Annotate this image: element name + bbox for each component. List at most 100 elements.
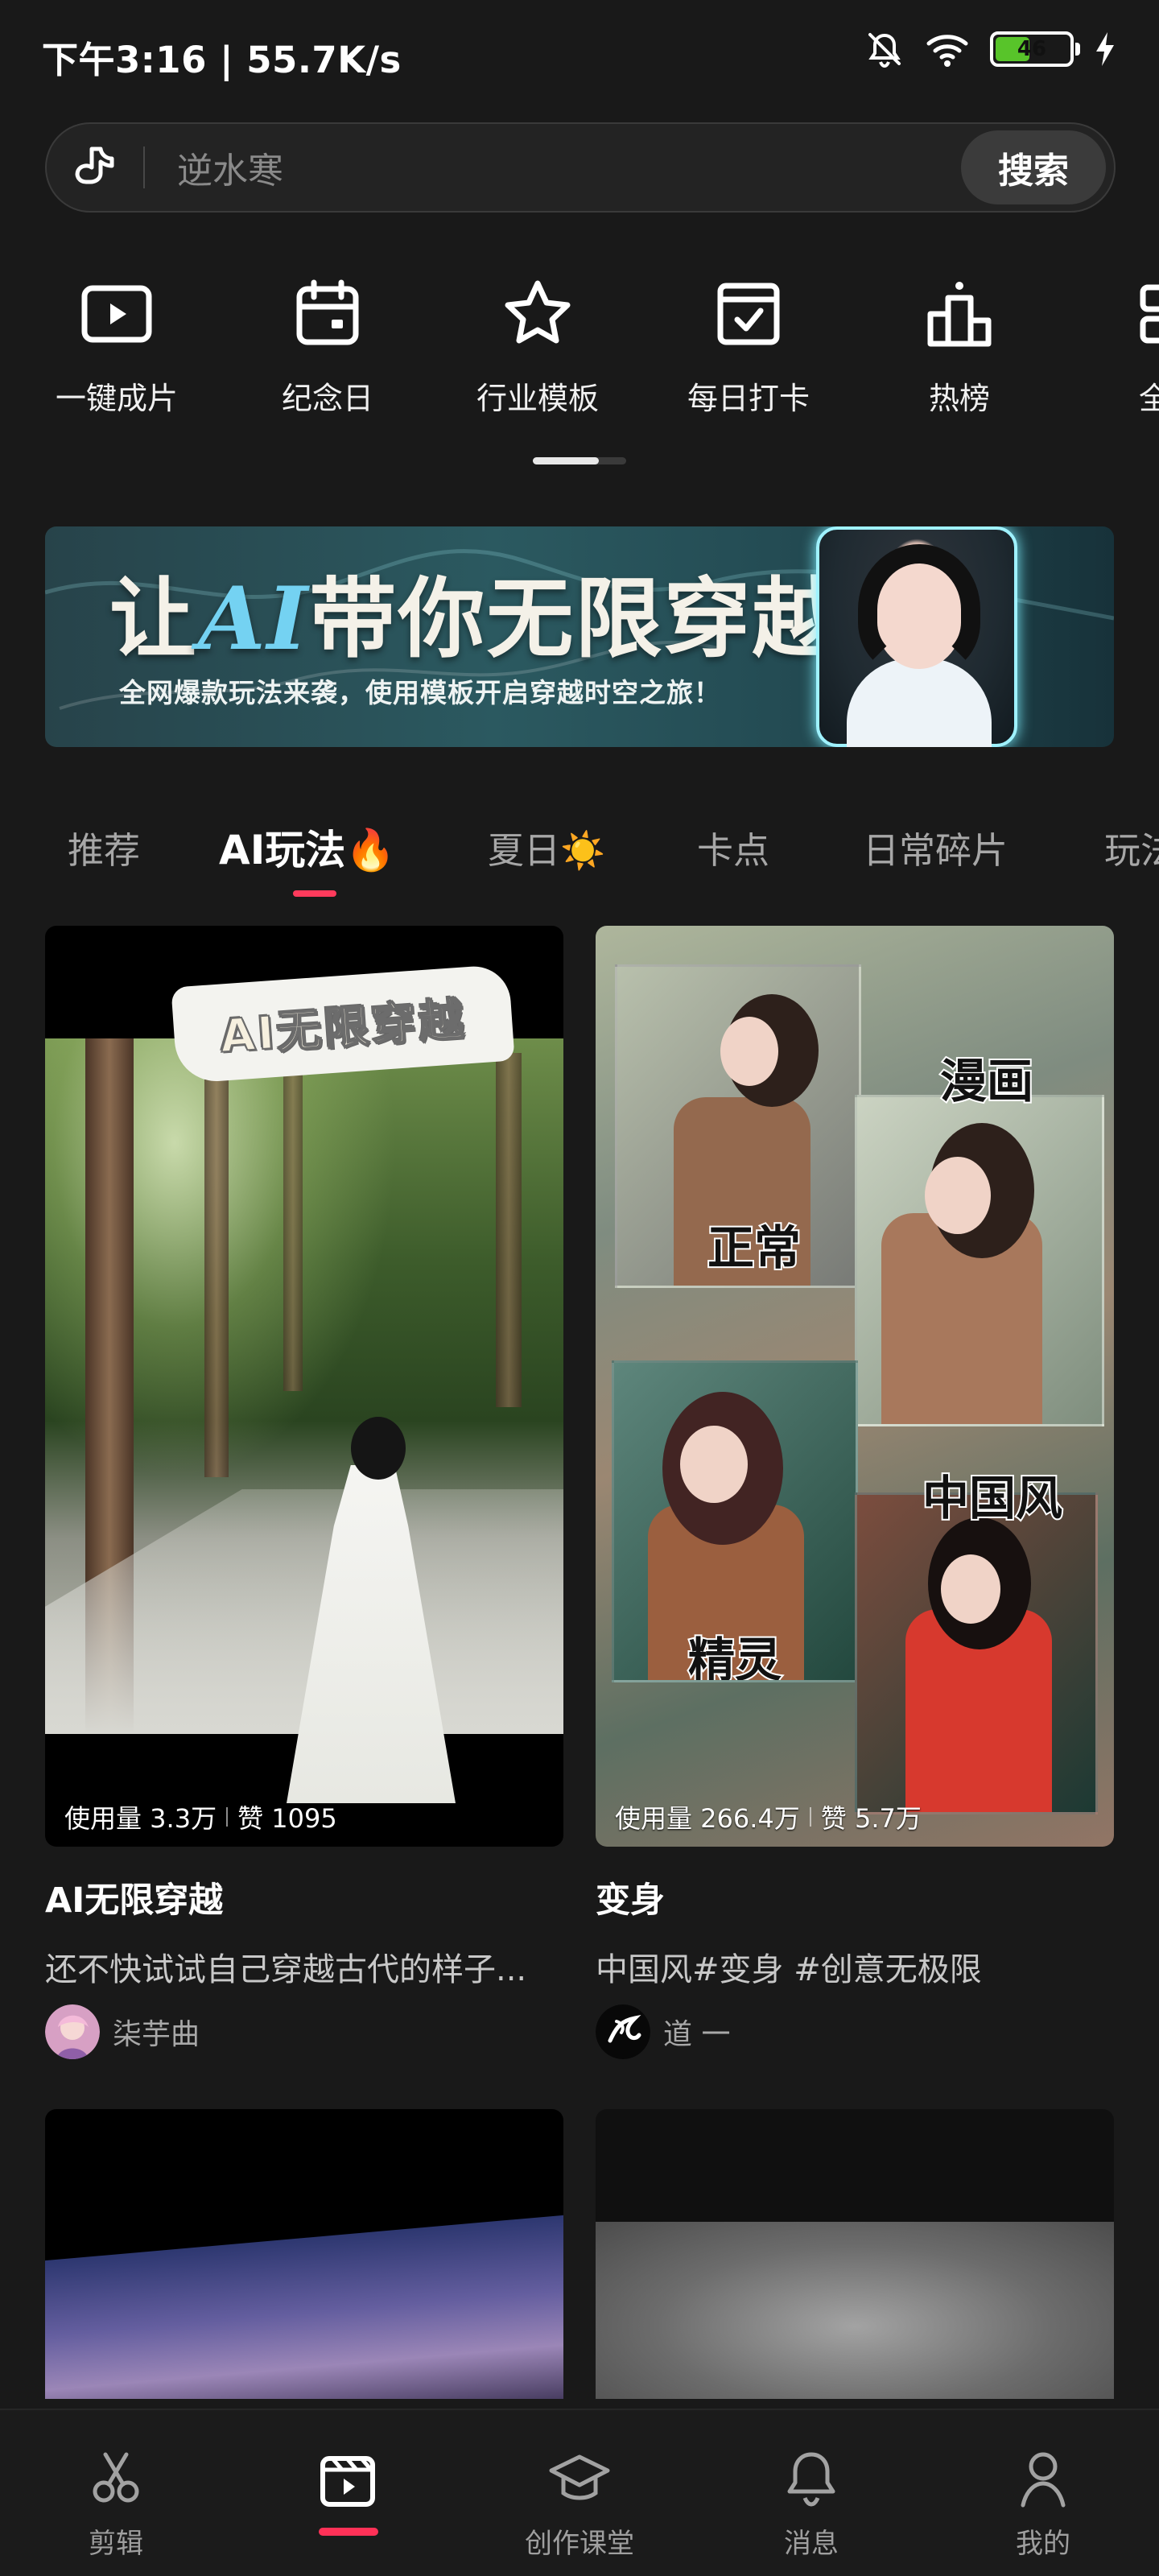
tools-scroll-indicator — [533, 457, 626, 464]
like-count: 赞 5.7万 — [820, 1803, 922, 1834]
templates-page: 下午3:16 | 55.7K/s 46 逆水寒 搜索 一键成片 纪念日 行业模板… — [0, 0, 1159, 2576]
battery-level: 46 — [1017, 37, 1047, 61]
nav-label: 创作课堂 — [525, 2528, 634, 2560]
banner-title-prefix: 让 — [109, 568, 199, 670]
nav-label: 我的 — [1016, 2528, 1070, 2560]
tab-recommended[interactable]: 推荐 — [68, 821, 140, 873]
anime-template-preview — [45, 2215, 563, 2399]
graduation-cap-icon — [547, 2446, 612, 2512]
forest-scene — [45, 1038, 563, 1803]
style-label-comic: 漫画 — [938, 1052, 1035, 1110]
figure-face — [720, 1017, 778, 1086]
tab-beat-sync[interactable]: 卡点 — [697, 821, 769, 873]
nav-creation-classroom[interactable]: 创作课堂 — [507, 2446, 652, 2561]
stats-divider — [809, 1807, 811, 1827]
tools-scroll-thumb — [533, 457, 599, 464]
card-author[interactable]: 柒芋曲 — [45, 2004, 563, 2059]
template-preview-image[interactable]: AI无限穿越 使用量 3.3万 赞 1095 — [45, 926, 563, 1847]
author-name: 柒芋曲 — [113, 2018, 200, 2051]
banner-title: 让AI带你无限穿越 — [109, 549, 840, 675]
nav-messages[interactable]: 消息 — [739, 2446, 884, 2561]
nav-label: 剪辑 — [89, 2528, 143, 2560]
tool-one-click-video[interactable]: 一键成片 — [28, 274, 205, 418]
banner-title-suffix: 带你无限穿越 — [309, 568, 841, 670]
tool-label: 纪念日 — [281, 381, 373, 416]
comic-style-panel — [855, 1095, 1104, 1426]
banner-subtitle: 全网爆款玩法来袭，使用模板开启穿越时空之旅！ — [119, 677, 721, 708]
tree-trunk — [204, 1075, 229, 1477]
nav-edit[interactable]: 剪辑 — [43, 2446, 188, 2561]
tool-industry-templates[interactable]: 行业模板 — [449, 274, 626, 418]
check-calendar-icon — [708, 274, 789, 354]
tab-summer[interactable]: 夏日☀️ — [488, 821, 605, 873]
template-card-ai-travel[interactable]: AI无限穿越 使用量 3.3万 赞 1095 AI无限穿越 还不快试试自己穿越古… — [45, 926, 563, 2059]
tab-ai-gameplay[interactable]: AI玩法🔥 — [219, 818, 396, 876]
figure-face — [941, 1554, 1000, 1624]
template-preview-image[interactable]: 正常 漫画 精灵 中国风 使用量 266.4万 赞 5.7万 — [596, 926, 1114, 1847]
figure-head — [351, 1417, 406, 1480]
battery-icon: 46 — [990, 31, 1080, 67]
scissors-icon — [83, 2446, 149, 2512]
template-card-preview[interactable] — [596, 2109, 1114, 2399]
tool-label: 行业模板 — [476, 381, 599, 416]
tree-trunk — [496, 1053, 522, 1407]
calendar-icon — [287, 274, 368, 354]
card-description: 还不快试试自己穿越古代的样子... — [45, 1951, 527, 1988]
nav-templates[interactable] — [275, 2446, 420, 2512]
mute-bell-icon — [864, 29, 905, 69]
stats-divider — [226, 1807, 229, 1827]
tree-trunk — [283, 1053, 303, 1391]
avatar — [596, 2004, 650, 2059]
capcut-logo-icon — [47, 124, 143, 211]
tool-label: 每日打卡 — [687, 381, 810, 416]
elf-style-panel: 精灵 — [612, 1360, 858, 1682]
card-stats: 使用量 266.4万 赞 5.7万 — [615, 1798, 922, 1835]
tab-daily-moments[interactable]: 日常碎片 — [863, 821, 1008, 873]
search-input[interactable]: 逆水寒 — [145, 142, 961, 193]
category-tabs: 推荐 AI玩法🔥 夏日☀️ 卡点 日常碎片 玩法 — [0, 813, 1159, 902]
template-clapper-icon — [315, 2446, 381, 2512]
style-label-normal: 正常 — [706, 1219, 802, 1277]
quick-tools: 一键成片 纪念日 行业模板 每日打卡 热榜 全 — [0, 274, 1159, 435]
template-card-transformation[interactable]: 正常 漫画 精灵 中国风 使用量 266.4万 赞 5.7万 变身 中国风#变身… — [596, 926, 1114, 2059]
tool-anniversary[interactable]: 纪念日 — [239, 274, 416, 418]
card-description: 中国风#变身 #创意无极限 — [596, 1951, 982, 1988]
tab-gameplay[interactable]: 玩法 — [1104, 821, 1159, 873]
card-stats: 使用量 3.3万 赞 1095 — [64, 1798, 337, 1835]
grid-icon — [1129, 274, 1159, 354]
gray-template-preview — [596, 2222, 1114, 2399]
template-card-preview[interactable] — [45, 2109, 563, 2399]
avatar — [45, 2004, 100, 2059]
forest-preview: AI无限穿越 — [45, 926, 563, 1847]
usage-count: 使用量 266.4万 — [615, 1803, 800, 1834]
card-author[interactable]: 道 一 — [596, 2004, 1114, 2059]
tool-daily-check-in[interactable]: 每日打卡 — [660, 274, 837, 418]
chinese-style-panel — [855, 1492, 1098, 1814]
usage-count: 使用量 3.3万 — [64, 1803, 217, 1834]
card-title[interactable]: AI无限穿越 — [45, 1872, 563, 1922]
tool-all[interactable]: 全部 — [1081, 274, 1159, 418]
status-bar: 下午3:16 | 55.7K/s 46 — [0, 0, 1159, 105]
like-count: 赞 1095 — [237, 1803, 337, 1834]
active-tab-indicator — [293, 890, 336, 897]
ai-travel-banner[interactable]: 让AI带你无限穿越 全网爆款玩法来袭，使用模板开启穿越时空之旅！ — [45, 526, 1114, 747]
normal-style-panel: 正常 — [615, 964, 861, 1288]
banner-portrait — [816, 526, 1017, 747]
search-button[interactable]: 搜索 — [961, 130, 1106, 204]
video-play-icon — [76, 274, 157, 354]
wifi-icon — [924, 30, 971, 68]
system-status-icons: 46 — [864, 29, 1117, 69]
nav-profile[interactable]: 我的 — [971, 2446, 1116, 2561]
card-title[interactable]: 变身 — [596, 1872, 1114, 1922]
figure-face — [680, 1426, 748, 1503]
profile-icon — [1010, 2446, 1076, 2512]
time-network-status: 下午3:16 | 55.7K/s — [42, 39, 402, 81]
charging-icon — [1093, 31, 1117, 68]
tool-hot-chart[interactable]: 热榜 — [871, 274, 1048, 418]
star-icon — [497, 274, 578, 354]
podium-icon — [919, 274, 1000, 354]
search-bar[interactable]: 逆水寒 搜索 — [45, 122, 1116, 213]
tool-label: 一键成片 — [55, 381, 178, 416]
active-nav-indicator — [319, 2528, 378, 2536]
figure-face — [925, 1157, 991, 1234]
